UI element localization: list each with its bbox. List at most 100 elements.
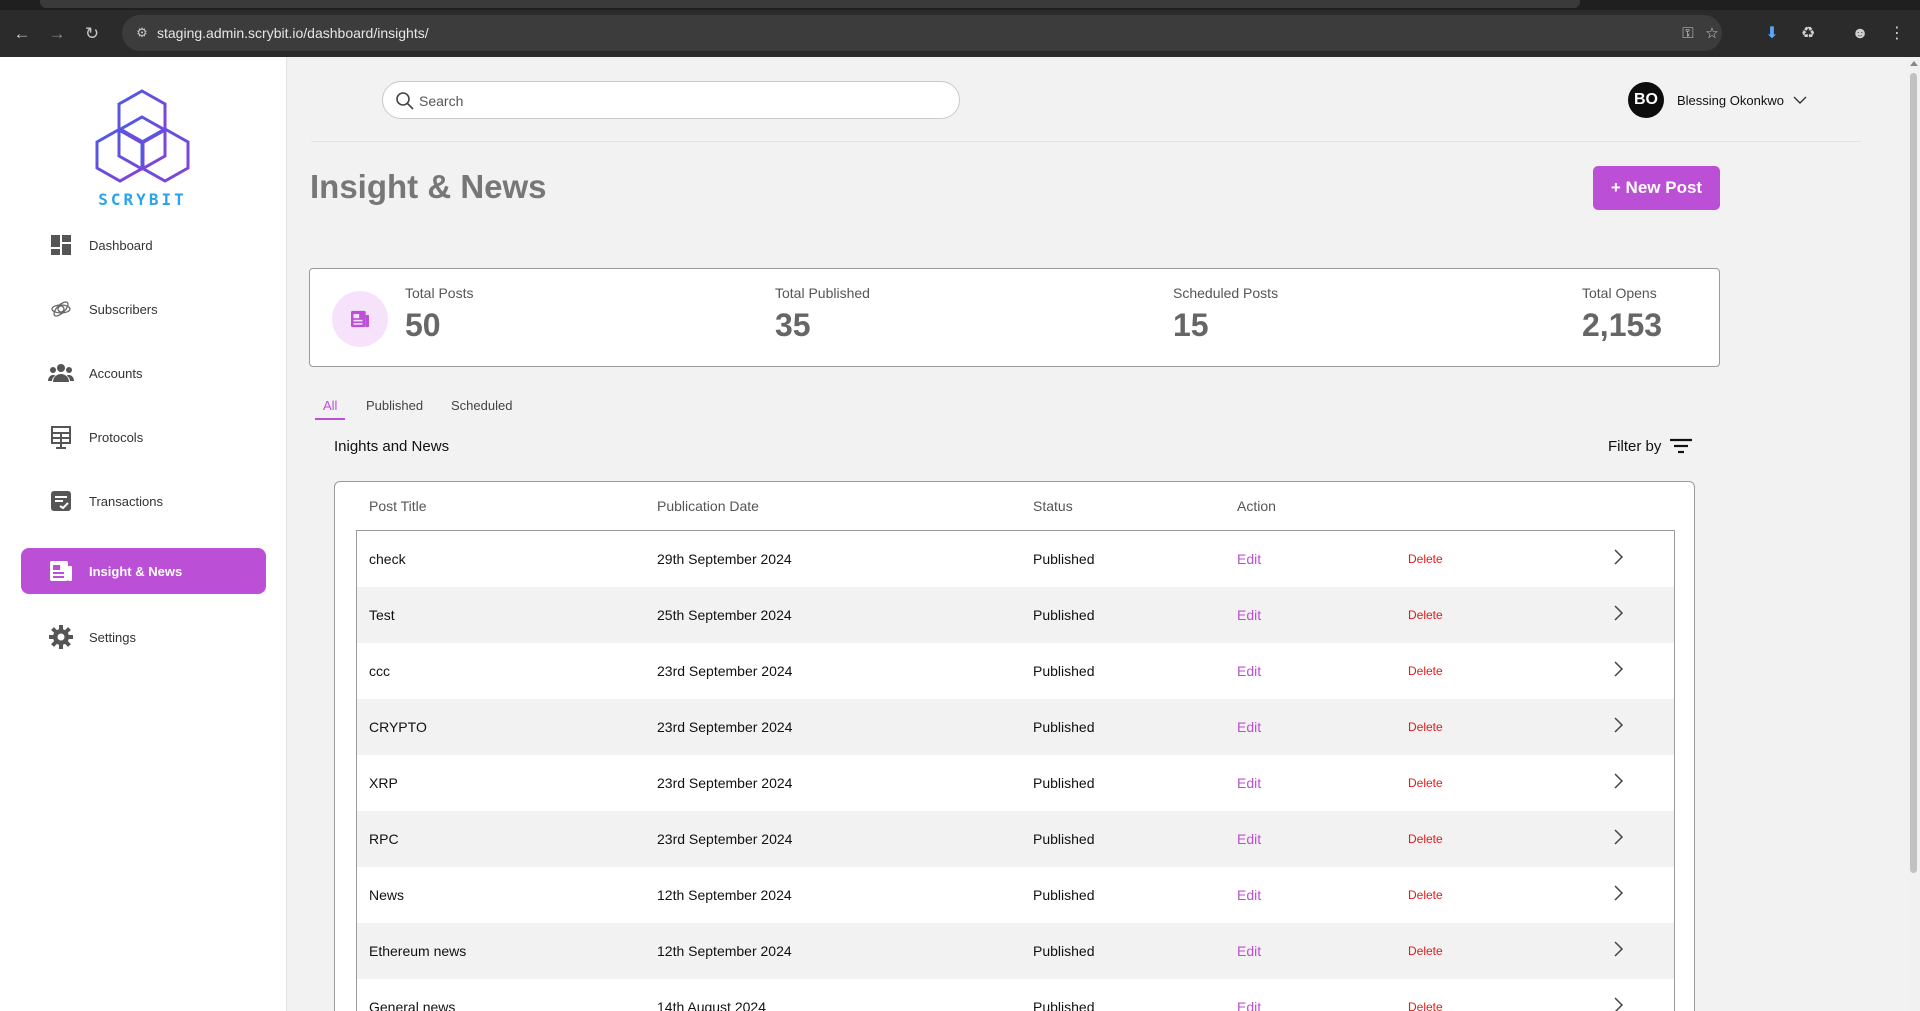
status-cell: Published: [1033, 775, 1095, 791]
publication-date-cell: 23rd September 2024: [657, 663, 793, 679]
sidebar-item-insight-news[interactable]: Insight & News: [21, 548, 266, 594]
delete-button[interactable]: Delete: [1408, 832, 1443, 846]
table-row[interactable]: check 29th September 2024 Published Edit Del…: [357, 531, 1674, 587]
scrollbar-thumb[interactable]: [1910, 73, 1917, 873]
page-title: Insight & News: [310, 168, 547, 205]
site-info-icon[interactable]: ⚙: [132, 23, 152, 43]
edit-button[interactable]: Edit: [1237, 663, 1261, 679]
sidebar-item-label: Subscribers: [89, 301, 158, 317]
edit-button[interactable]: Edit: [1237, 887, 1261, 903]
browser-toolbar: ← → ↻ ⚙ staging.admin.scrybit.io/dashboa…: [0, 10, 1920, 57]
logo-wordmark: SCRYBIT: [98, 190, 187, 209]
chevron-right-icon[interactable]: [1609, 881, 1629, 905]
new-post-button[interactable]: + New Post: [1593, 166, 1720, 210]
gear-icon: [47, 623, 75, 651]
table-row[interactable]: Test 25th September 2024 Published Edit Dele…: [357, 587, 1674, 643]
browser-tab-strip: [0, 0, 1920, 10]
chevron-down-icon[interactable]: [1792, 92, 1808, 108]
chevron-right-icon[interactable]: [1609, 825, 1629, 849]
edit-button[interactable]: Edit: [1237, 607, 1261, 623]
page-scrollbar[interactable]: [1907, 57, 1920, 1011]
bookmark-star-icon[interactable]: ☆: [1702, 24, 1722, 44]
chevron-right-icon[interactable]: [1609, 769, 1629, 793]
publication-date-cell: 23rd September 2024: [657, 831, 793, 847]
table-row[interactable]: ccc 23rd September 2024 Published Edit Delet…: [357, 643, 1674, 699]
table-row[interactable]: General news 14th August 2024 Published Edi…: [357, 979, 1674, 1011]
table-row[interactable]: RPC 23rd September 2024 Published Edit Delet…: [357, 811, 1674, 867]
filter-icon[interactable]: [1669, 436, 1693, 456]
user-name[interactable]: Blessing Okonkwo: [1677, 93, 1784, 108]
chevron-right-icon[interactable]: [1609, 937, 1629, 961]
status-cell: Published: [1033, 607, 1095, 623]
delete-button[interactable]: Delete: [1408, 720, 1443, 734]
scroll-up-icon[interactable]: [1910, 61, 1918, 66]
sidebar-item-transactions[interactable]: Transactions: [21, 478, 266, 524]
edit-button[interactable]: Edit: [1237, 775, 1261, 791]
avatar[interactable]: BO: [1628, 82, 1664, 118]
back-icon[interactable]: ←: [10, 22, 34, 46]
address-url[interactable]: staging.admin.scrybit.io/dashboard/insig…: [157, 25, 429, 41]
status-cell: Published: [1033, 887, 1095, 903]
search-input[interactable]: [419, 90, 939, 112]
filter-label[interactable]: Filter by: [1608, 438, 1661, 455]
edit-button[interactable]: Edit: [1237, 551, 1261, 567]
stat-value: 35: [775, 307, 811, 343]
sidebar-item-protocols[interactable]: Protocols: [21, 414, 266, 460]
sidebar-item-dashboard[interactable]: Dashboard: [21, 222, 266, 268]
accounts-icon: [47, 359, 75, 387]
download-icon[interactable]: ⬇: [1760, 22, 1784, 46]
sidebar: SCRYBIT Dashboard Subscribers Accounts P…: [0, 57, 287, 1011]
tab-all[interactable]: All: [323, 398, 337, 413]
chevron-right-icon[interactable]: [1609, 713, 1629, 737]
edit-button[interactable]: Edit: [1237, 831, 1261, 847]
chevron-right-icon[interactable]: [1609, 601, 1629, 625]
profile-icon[interactable]: ☻: [1848, 22, 1872, 46]
delete-button[interactable]: Delete: [1408, 888, 1443, 902]
table-row[interactable]: XRP 23rd September 2024 Published Edit Delet…: [357, 755, 1674, 811]
publication-date-cell: 23rd September 2024: [657, 719, 793, 735]
delete-button[interactable]: Delete: [1408, 552, 1443, 566]
stat-total-posts: Total Posts 50: [405, 285, 473, 344]
edit-button[interactable]: Edit: [1237, 719, 1261, 735]
delete-button[interactable]: Delete: [1408, 944, 1443, 958]
tab-published[interactable]: Published: [366, 398, 423, 413]
delete-button[interactable]: Delete: [1408, 1000, 1443, 1011]
sidebar-item-subscribers[interactable]: Subscribers: [21, 286, 266, 332]
filter-button[interactable]: Filter by: [1608, 436, 1693, 456]
stat-label: Total Opens: [1582, 285, 1657, 301]
stat-label: Total Posts: [405, 285, 474, 301]
delete-button[interactable]: Delete: [1408, 664, 1443, 678]
browser-menu-icon[interactable]: ⋮: [1885, 22, 1909, 46]
chevron-right-icon[interactable]: [1609, 657, 1629, 681]
table-row[interactable]: CRYPTO 23rd September 2024 Published Edit De…: [357, 699, 1674, 755]
status-cell: Published: [1033, 999, 1095, 1011]
chevron-right-icon[interactable]: [1609, 545, 1629, 569]
post-title-cell: RPC: [369, 831, 399, 847]
edit-button[interactable]: Edit: [1237, 999, 1261, 1011]
delete-button[interactable]: Delete: [1408, 776, 1443, 790]
post-title-cell: CRYPTO: [369, 719, 427, 735]
post-title-cell: ccc: [369, 663, 390, 679]
user-menu[interactable]: BO Blessing Okonkwo: [1628, 82, 1808, 118]
column-header-action: Action: [1237, 498, 1276, 514]
sidebar-item-settings[interactable]: Settings: [21, 614, 266, 660]
extensions-icon[interactable]: ♻: [1796, 22, 1820, 46]
dashboard-icon: [47, 231, 75, 259]
edit-button[interactable]: Edit: [1237, 943, 1261, 959]
chevron-right-icon[interactable]: [1609, 993, 1629, 1011]
tab-scheduled[interactable]: Scheduled: [451, 398, 512, 413]
sidebar-item-accounts[interactable]: Accounts: [21, 350, 266, 396]
password-key-icon[interactable]: ⚿: [1678, 24, 1698, 44]
search-bar[interactable]: [382, 81, 960, 119]
stat-value: 2,153: [1582, 307, 1663, 343]
news-icon: [47, 557, 75, 585]
table-row[interactable]: News 12th September 2024 Published Edit Dele…: [357, 867, 1674, 923]
reload-icon[interactable]: ↻: [80, 22, 104, 46]
address-bar[interactable]: ⚙ staging.admin.scrybit.io/dashboard/ins…: [122, 15, 1722, 51]
table-row[interactable]: Ethereum news 12th September 2024 Publishe…: [357, 923, 1674, 979]
browser-tab[interactable]: [40, 0, 1580, 8]
column-header-publication-date: Publication Date: [657, 498, 759, 514]
section-title: Inights and News: [334, 438, 450, 455]
delete-button[interactable]: Delete: [1408, 608, 1443, 622]
forward-icon[interactable]: →: [45, 22, 69, 46]
